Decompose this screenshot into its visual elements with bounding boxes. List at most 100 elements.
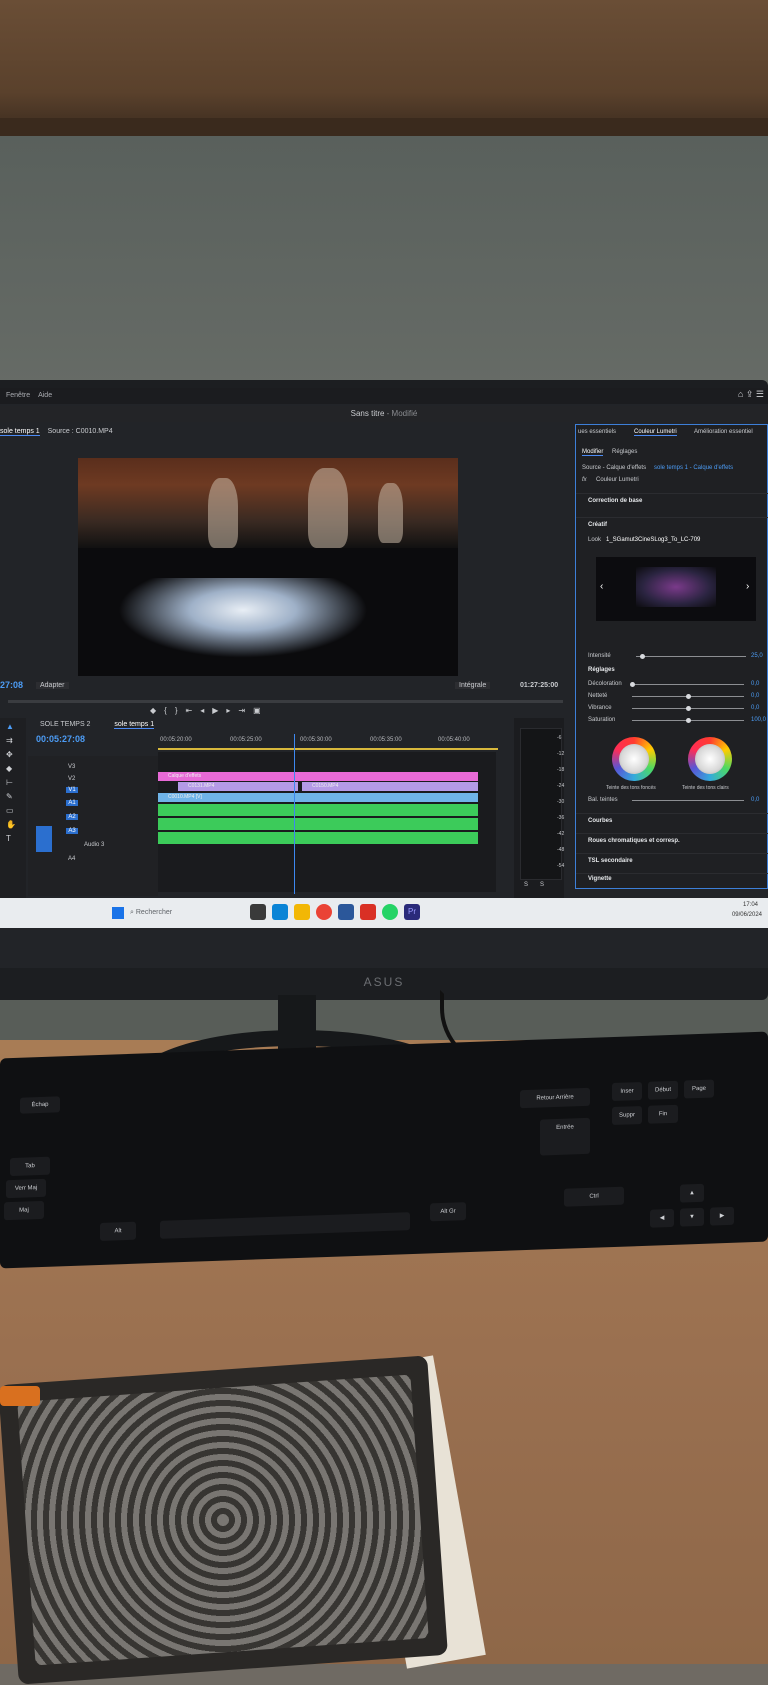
adjustments-heading[interactable]: Réglages — [588, 667, 615, 673]
section-creative[interactable]: Créatif — [576, 517, 768, 532]
task-view-icon[interactable] — [250, 904, 266, 920]
premiere-pro-icon[interactable]: Pr — [404, 904, 420, 920]
subtab-presets[interactable]: Réglages — [612, 449, 637, 455]
edge-icon[interactable] — [272, 904, 288, 920]
playhead[interactable] — [294, 734, 295, 894]
track-label-v1[interactable]: V1 — [66, 787, 78, 793]
section-vignette[interactable]: Vignette — [576, 873, 768, 888]
taskbar-search[interactable]: ⌕ Rechercher — [130, 905, 240, 921]
previous-look-icon[interactable]: ‹ — [600, 581, 603, 592]
step-back-icon[interactable]: ◂ — [200, 706, 212, 715]
key-tab[interactable]: Tab — [10, 1156, 50, 1177]
chrome-icon[interactable] — [316, 904, 332, 920]
source-patch-a1[interactable] — [36, 826, 52, 852]
tab-source[interactable]: Source : C0010.MP4 — [48, 428, 113, 435]
timeline-timecode[interactable]: 00:05:27:08 — [36, 734, 85, 744]
highlight-tint-wheel[interactable] — [688, 737, 732, 781]
step-forward-icon[interactable]: ▸ — [226, 706, 238, 715]
track-label-a2[interactable]: A2 — [66, 814, 78, 820]
sharpen-knob[interactable] — [686, 694, 691, 699]
tab-sequence-2[interactable]: SOLE TEMPS 2 — [40, 721, 90, 728]
key-page-up[interactable]: Page — [684, 1079, 714, 1099]
tab-sequence-1[interactable]: sole temps 1 — [114, 721, 155, 729]
sequence-link[interactable]: sole temps 1 - Calque d'effets — [654, 465, 733, 471]
key-ctrl[interactable]: Ctrl — [564, 1186, 624, 1207]
shadow-tint-wheel[interactable] — [612, 737, 656, 781]
menu-item-window[interactable]: Fenêtre — [6, 392, 30, 399]
intensity-value[interactable]: 25,0 — [751, 653, 763, 659]
track-label-v2[interactable]: V2 — [68, 776, 75, 782]
v2-clip[interactable]: C0150.MP4 — [302, 782, 478, 791]
go-to-out-icon[interactable]: ⇥ — [238, 706, 253, 715]
tab-essential-graphics[interactable]: ues essentiels — [578, 429, 616, 435]
key-backspace[interactable]: Retour Arrière — [520, 1087, 590, 1109]
source-dropdown[interactable]: Source - Calque d'effets — [582, 465, 646, 471]
export-frame-icon[interactable]: ▣ — [253, 706, 269, 715]
out-point-icon[interactable]: } — [175, 706, 186, 715]
ripple-edit-tool-icon[interactable]: ✥ — [6, 750, 16, 759]
hand-tool-icon[interactable]: ✋ — [6, 820, 16, 829]
slider-value[interactable]: 0,0 — [751, 681, 759, 687]
file-explorer-icon[interactable] — [294, 904, 310, 920]
marker-icon[interactable]: ◆ — [150, 706, 164, 715]
meter-solo-right[interactable]: S — [540, 882, 544, 888]
key-delete[interactable]: Suppr — [612, 1105, 642, 1126]
rectangle-tool-icon[interactable]: ▭ — [6, 806, 16, 815]
v1-clip[interactable]: C0010.MP4 [V] — [158, 793, 478, 802]
audio-clip-a1[interactable] — [158, 804, 478, 816]
look-dropdown[interactable]: 1_SGamut3CineSLog3_To_LC-709 — [606, 537, 700, 543]
play-icon[interactable]: ▶ — [212, 706, 226, 715]
track-select-tool-icon[interactable]: ⇉ — [6, 736, 16, 745]
fade-slider[interactable] — [632, 684, 744, 685]
home-icon[interactable]: ⌂ — [738, 389, 743, 399]
slider-value[interactable]: 100,0 — [751, 717, 766, 723]
whatsapp-icon[interactable] — [382, 904, 398, 920]
subtab-edit[interactable]: Modifier — [582, 449, 604, 456]
meter-solo-left[interactable]: S — [524, 882, 528, 888]
saturation-knob[interactable] — [686, 718, 691, 723]
workspaces-icon[interactable]: ☰ — [756, 389, 764, 399]
go-to-in-icon[interactable]: ⇤ — [186, 706, 201, 715]
key-shift[interactable]: Maj — [4, 1200, 44, 1221]
section-basic-correction[interactable]: Correction de base — [576, 493, 768, 508]
in-point-icon[interactable]: { — [164, 706, 175, 715]
type-tool-icon[interactable]: T — [6, 834, 16, 843]
key-arrow-right[interactable]: ▶ — [710, 1206, 734, 1226]
key-arrow-left[interactable]: ◀ — [650, 1208, 674, 1228]
key-alt[interactable]: Alt — [100, 1221, 136, 1241]
key-home[interactable]: Début — [648, 1080, 678, 1100]
track-label-v3[interactable]: V3 — [68, 764, 75, 770]
key-insert[interactable]: Inser — [612, 1081, 642, 1102]
track-area[interactable]: Calque d'effets C0131.MP4 C0150.MP4 C001… — [158, 752, 496, 892]
section-hsl-secondary[interactable]: TSL secondaire — [576, 853, 768, 868]
key-arrow-down[interactable]: ▼ — [680, 1207, 704, 1227]
razor-tool-icon[interactable]: ◆ — [6, 764, 16, 773]
key-escape[interactable]: Échap — [20, 1096, 60, 1114]
clock-date[interactable]: 09/06/2024 — [732, 912, 762, 918]
quality-dropdown[interactable]: Intégrale — [455, 682, 491, 689]
section-color-wheels[interactable]: Roues chromatiques et corresp. — [576, 833, 768, 848]
key-alt-gr[interactable]: Alt Gr — [430, 1202, 466, 1222]
share-icon[interactable]: ⇪ — [746, 389, 754, 399]
section-curves[interactable]: Courbes — [576, 813, 768, 828]
audio-clip-a3[interactable] — [158, 832, 478, 844]
acrobat-icon[interactable] — [360, 904, 376, 920]
audio-clip-a2[interactable] — [158, 818, 478, 830]
effect-dropdown[interactable]: Couleur Lumetri — [596, 477, 639, 483]
intensity-knob[interactable] — [640, 654, 645, 659]
next-look-icon[interactable]: › — [746, 581, 749, 592]
key-space[interactable] — [160, 1212, 410, 1239]
selection-tool-icon[interactable]: ▲ — [6, 722, 16, 731]
key-enter[interactable]: Entrée — [540, 1117, 590, 1156]
tint-balance-value[interactable]: 0,0 — [751, 797, 759, 803]
slider-value[interactable]: 0,0 — [751, 705, 759, 711]
pen-tool-icon[interactable]: ✎ — [6, 792, 16, 801]
tab-essential-sound[interactable]: Amélioration essentiel — [694, 429, 753, 435]
track-label-a3[interactable]: A3 — [66, 828, 78, 834]
windows-start-icon[interactable] — [112, 907, 124, 919]
program-scrub-bar[interactable] — [8, 700, 563, 703]
menu-item-help[interactable]: Aide — [38, 392, 52, 399]
tab-program-sequence[interactable]: sole temps 1 — [0, 428, 40, 436]
tab-lumetri-color[interactable]: Couleur Lumetri — [634, 429, 677, 436]
track-label-a4[interactable]: A4 — [68, 856, 75, 862]
